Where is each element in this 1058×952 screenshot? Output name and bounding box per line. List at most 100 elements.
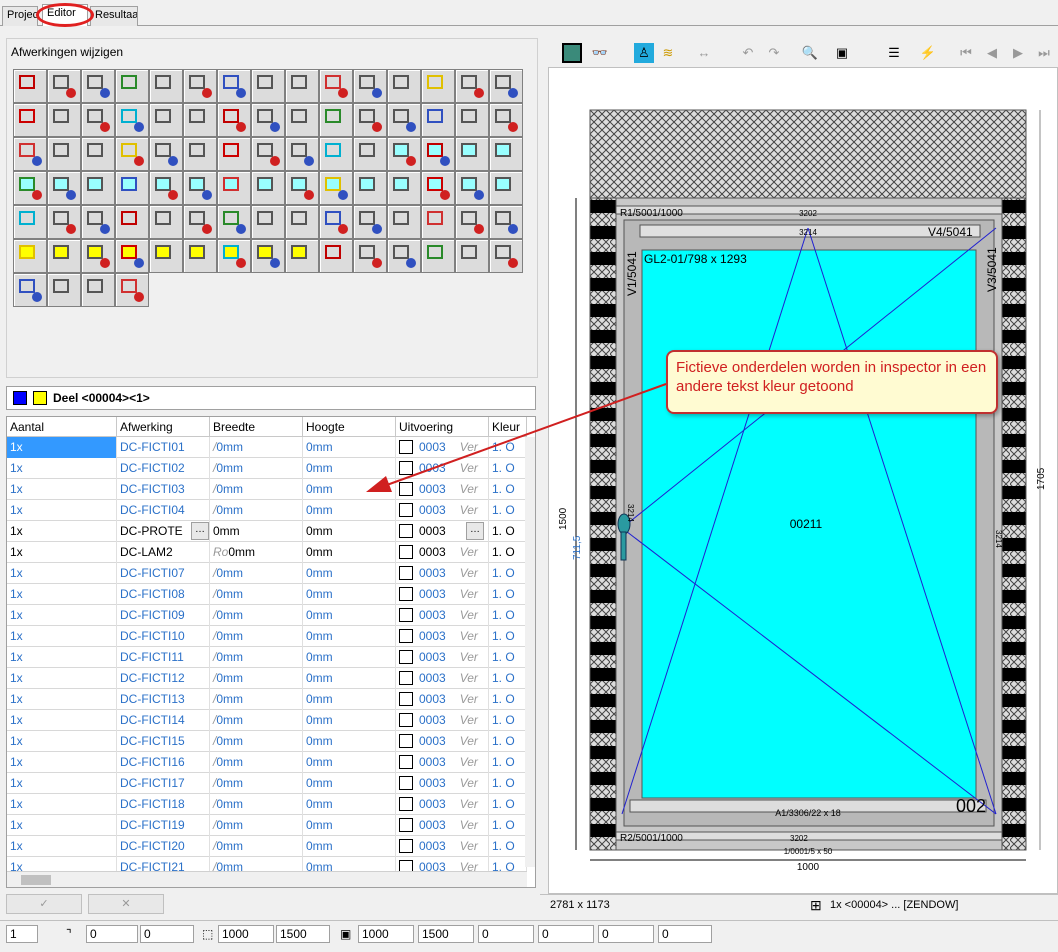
finishing-button[interactable] xyxy=(251,205,285,239)
ellipsis-button[interactable]: … xyxy=(191,522,209,540)
finishing-button[interactable] xyxy=(387,171,421,205)
uitvoering-checkbox[interactable] xyxy=(399,503,413,517)
last-page-icon[interactable]: ⏭ xyxy=(1034,43,1054,63)
finishing-button[interactable] xyxy=(353,137,387,171)
finishing-button[interactable] xyxy=(319,239,353,273)
finishing-button[interactable] xyxy=(421,205,455,239)
table-row[interactable]: 1x DC-FICTI08/0mm 0mm 0003 Ver 1. O xyxy=(7,584,527,605)
dimension-icon[interactable]: ↔ xyxy=(694,43,714,63)
finishing-button[interactable] xyxy=(81,69,115,103)
table-row[interactable]: 1x DC-FICTI10/0mm 0mm 0003 Ver 1. O xyxy=(7,626,527,647)
window-icon[interactable] xyxy=(562,43,582,63)
finishing-button[interactable] xyxy=(319,137,353,171)
uitvoering-checkbox[interactable] xyxy=(399,650,413,664)
finishing-button[interactable] xyxy=(149,103,183,137)
height-field[interactable]: 1500 xyxy=(276,925,330,943)
finishing-button[interactable] xyxy=(217,137,251,171)
uitvoering-checkbox[interactable] xyxy=(399,566,413,580)
undo-icon[interactable]: ↶ xyxy=(738,43,758,63)
finishing-button[interactable] xyxy=(47,137,81,171)
finishing-button[interactable] xyxy=(285,137,319,171)
tab-editor[interactable]: Editor xyxy=(42,4,88,26)
layers-icon[interactable]: ≋ xyxy=(658,43,678,63)
finishing-button[interactable] xyxy=(251,171,285,205)
finishing-button[interactable] xyxy=(353,171,387,205)
finishing-button[interactable] xyxy=(319,103,353,137)
finishing-button[interactable] xyxy=(217,239,251,273)
finishing-button[interactable] xyxy=(455,171,489,205)
finishing-button[interactable] xyxy=(115,69,149,103)
uitvoering-checkbox[interactable] xyxy=(399,692,413,706)
finishing-button[interactable] xyxy=(285,69,319,103)
table-row[interactable]: 1x DC-LAM2 Ro0mm 0mm 0003 Ver 1. O xyxy=(7,542,527,563)
finishing-button[interactable] xyxy=(47,69,81,103)
first-page-icon[interactable]: ⏮ xyxy=(956,43,976,63)
table-row[interactable]: 1x DC-FICTI20/0mm 0mm 0003 Ver 1. O xyxy=(7,836,527,857)
prev-page-icon[interactable]: ◀ xyxy=(982,43,1002,63)
finishing-button[interactable] xyxy=(81,103,115,137)
cancel-button[interactable]: ✕ xyxy=(88,894,164,914)
finishing-button[interactable] xyxy=(455,239,489,273)
field-10[interactable]: 0 xyxy=(658,925,712,943)
finishing-button[interactable] xyxy=(81,239,115,273)
finishing-button[interactable] xyxy=(319,69,353,103)
finishing-button[interactable] xyxy=(47,205,81,239)
uitvoering-checkbox[interactable] xyxy=(399,797,413,811)
align-icon[interactable]: ☰ xyxy=(884,43,904,63)
finishing-button[interactable] xyxy=(13,205,47,239)
finishing-button[interactable] xyxy=(489,239,523,273)
finishing-button[interactable] xyxy=(217,171,251,205)
finishing-button[interactable] xyxy=(387,103,421,137)
col-header-afwerking[interactable]: Afwerking xyxy=(117,417,210,437)
tab-project[interactable]: Project xyxy=(2,6,38,26)
frame-icon[interactable]: ▣ xyxy=(832,43,852,63)
table-row[interactable]: 1x DC-FICTI12/0mm 0mm 0003 Ver 1. O xyxy=(7,668,527,689)
frame-width-field[interactable]: 1000 xyxy=(358,925,414,943)
uitvoering-checkbox[interactable] xyxy=(399,545,413,559)
finishing-button[interactable] xyxy=(319,205,353,239)
uitvoering-checkbox[interactable] xyxy=(399,839,413,853)
horizontal-scrollbar[interactable] xyxy=(7,871,527,887)
frame-height-field[interactable]: 1500 xyxy=(418,925,474,943)
finishing-button[interactable] xyxy=(421,137,455,171)
finishing-button[interactable] xyxy=(13,137,47,171)
col-header-aantal[interactable]: Aantal xyxy=(7,417,117,437)
table-row[interactable]: 1x DC-FICTI09/0mm 0mm 0003 Ver 1. O xyxy=(7,605,527,626)
finishing-button[interactable] xyxy=(285,205,319,239)
finishing-button[interactable] xyxy=(217,69,251,103)
finishing-button[interactable] xyxy=(251,69,285,103)
table-row[interactable]: 1x DC-FICTI18/0mm 0mm 0003 Ver 1. O xyxy=(7,794,527,815)
table-row[interactable]: 1x DC-FICTI07/0mm 0mm 0003 Ver 1. O xyxy=(7,563,527,584)
finishing-button[interactable] xyxy=(183,103,217,137)
finishing-button[interactable] xyxy=(81,137,115,171)
finishing-button[interactable] xyxy=(387,239,421,273)
finishing-button[interactable] xyxy=(489,103,523,137)
finishing-button[interactable] xyxy=(387,137,421,171)
finishing-button[interactable] xyxy=(217,205,251,239)
table-row[interactable]: 1x DC-FICTI14/0mm 0mm 0003 Ver 1. O xyxy=(7,710,527,731)
col-header-breedte[interactable]: Breedte xyxy=(210,417,303,437)
finishing-button[interactable] xyxy=(183,205,217,239)
uitvoering-checkbox[interactable] xyxy=(399,671,413,685)
finishing-button[interactable] xyxy=(183,137,217,171)
finishing-button[interactable] xyxy=(115,171,149,205)
finishing-button[interactable] xyxy=(183,239,217,273)
finishing-button[interactable] xyxy=(353,69,387,103)
field-9[interactable]: 0 xyxy=(598,925,654,943)
field-8[interactable]: 0 xyxy=(538,925,594,943)
redo-icon[interactable]: ↷ xyxy=(764,43,784,63)
finishing-button[interactable] xyxy=(149,69,183,103)
finishing-button[interactable] xyxy=(421,239,455,273)
finishing-button[interactable] xyxy=(81,205,115,239)
finishing-button[interactable] xyxy=(149,137,183,171)
finishing-button[interactable] xyxy=(47,239,81,273)
finishing-button[interactable] xyxy=(489,205,523,239)
uitvoering-checkbox[interactable] xyxy=(399,734,413,748)
scroll-thumb[interactable] xyxy=(21,875,51,885)
uitvoering-checkbox[interactable] xyxy=(399,776,413,790)
finishing-button[interactable] xyxy=(183,171,217,205)
finishing-button[interactable] xyxy=(47,171,81,205)
finishing-button[interactable] xyxy=(115,103,149,137)
finishing-button[interactable] xyxy=(421,103,455,137)
uitvoering-checkbox[interactable] xyxy=(399,629,413,643)
